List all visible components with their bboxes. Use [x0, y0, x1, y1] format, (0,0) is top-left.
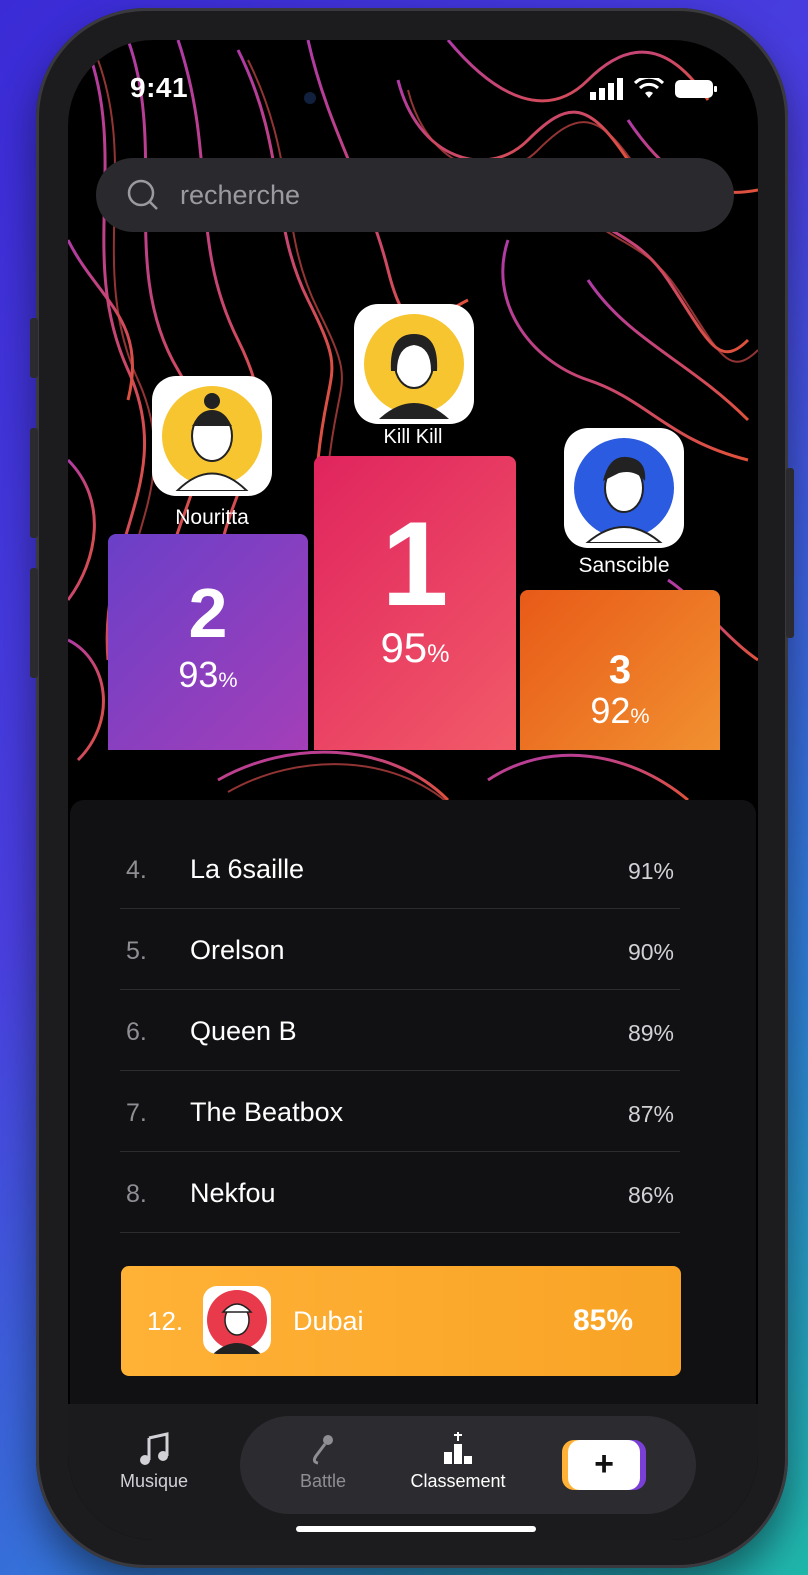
- man-avatar-icon: [574, 438, 674, 543]
- podium-score-first: 95%: [380, 624, 450, 671]
- system-icons: [590, 78, 718, 100]
- leaderboard-row[interactable]: 6. Queen B 89%: [120, 990, 680, 1071]
- home-indicator[interactable]: [296, 1526, 536, 1532]
- row-rank: 6.: [126, 1018, 147, 1046]
- tab-bar: Musique Battle Classement +: [68, 1404, 758, 1540]
- search-bar[interactable]: [96, 158, 734, 232]
- tab-classement[interactable]: Classement: [398, 1430, 518, 1492]
- woman-bob-avatar-icon: [364, 314, 464, 419]
- row-name: Queen B: [190, 1016, 297, 1046]
- status-time: 9:41: [130, 72, 189, 103]
- volume-down-button: [30, 568, 38, 678]
- status-bar: 9:41: [68, 72, 758, 112]
- leaderboard-row[interactable]: 4. La 6saille 91%: [120, 828, 680, 909]
- podium-score-second: 93%: [178, 654, 238, 695]
- podium-rank-second: 2: [188, 574, 228, 652]
- tab-musique[interactable]: Musique: [108, 1432, 200, 1492]
- podium-name-first: Kill Kill: [383, 426, 443, 448]
- add-button[interactable]: +: [568, 1440, 640, 1490]
- podium-second[interactable]: 2 93%: [108, 534, 308, 750]
- music-note-icon: [140, 1432, 169, 1465]
- tab-classement-label: Classement: [410, 1471, 506, 1491]
- leaderboard-row[interactable]: 7. The Beatbox 87%: [120, 1071, 680, 1152]
- row-name: La 6saille: [190, 854, 305, 884]
- current-user-rank: 12.: [147, 1306, 184, 1336]
- leaderboard-row[interactable]: 5. Orelson 90%: [120, 909, 680, 990]
- current-user-avatar: [203, 1286, 271, 1354]
- avatar-third[interactable]: [564, 428, 684, 548]
- tab-battle-label: Battle: [299, 1471, 347, 1491]
- front-camera: [304, 92, 316, 104]
- signal-icon: [590, 78, 623, 100]
- row-score: 90%: [627, 939, 674, 965]
- row-name: Nekfou: [190, 1178, 276, 1208]
- man-cap-avatar-icon: [207, 1290, 267, 1354]
- row-rank: 4.: [126, 856, 147, 884]
- podium-icon: [444, 1432, 472, 1464]
- row-score: 89%: [627, 1020, 674, 1046]
- current-user-name: Dubai: [293, 1306, 364, 1336]
- volume-up-button: [30, 428, 38, 538]
- leaderboard-row[interactable]: 8. Nekfou 86%: [120, 1152, 680, 1233]
- podium-first[interactable]: 1 95%: [314, 456, 516, 750]
- battery-icon: [675, 80, 717, 98]
- mute-switch: [30, 318, 38, 378]
- avatar-second[interactable]: [152, 376, 272, 496]
- row-name: The Beatbox: [190, 1097, 344, 1127]
- app-screen: 9:41 recherche Nouritta Kill Kill Sansci…: [68, 40, 758, 1540]
- row-score: 91%: [627, 858, 674, 884]
- row-score: 87%: [627, 1101, 674, 1127]
- power-button: [786, 468, 794, 638]
- row-rank: 8.: [126, 1180, 147, 1208]
- woman-avatar-icon: [162, 386, 262, 491]
- row-rank: 7.: [126, 1099, 147, 1127]
- search-input[interactable]: [178, 178, 682, 212]
- search-icon: [127, 179, 158, 210]
- row-name: Orelson: [190, 935, 285, 965]
- current-user-score: 85%: [572, 1304, 633, 1337]
- podium-name-second: Nouritta: [175, 506, 249, 529]
- wifi-icon: [634, 78, 664, 98]
- podium-name-third: Sanscible: [578, 554, 670, 577]
- current-user-row[interactable]: 12. Dubai 85%: [121, 1266, 681, 1376]
- tab-musique-label: Musique: [119, 1471, 189, 1491]
- avatar-first[interactable]: [354, 304, 474, 424]
- podium-third[interactable]: 3 92%: [520, 590, 720, 750]
- row-score: 86%: [627, 1182, 674, 1208]
- microphone-icon: [312, 1435, 333, 1465]
- row-rank: 5.: [126, 937, 147, 965]
- podium-score-third: 92%: [590, 690, 650, 731]
- podium-rank-first: 1: [381, 497, 449, 631]
- podium-rank-third: 3: [608, 648, 632, 692]
- tab-battle[interactable]: Battle: [278, 1432, 368, 1492]
